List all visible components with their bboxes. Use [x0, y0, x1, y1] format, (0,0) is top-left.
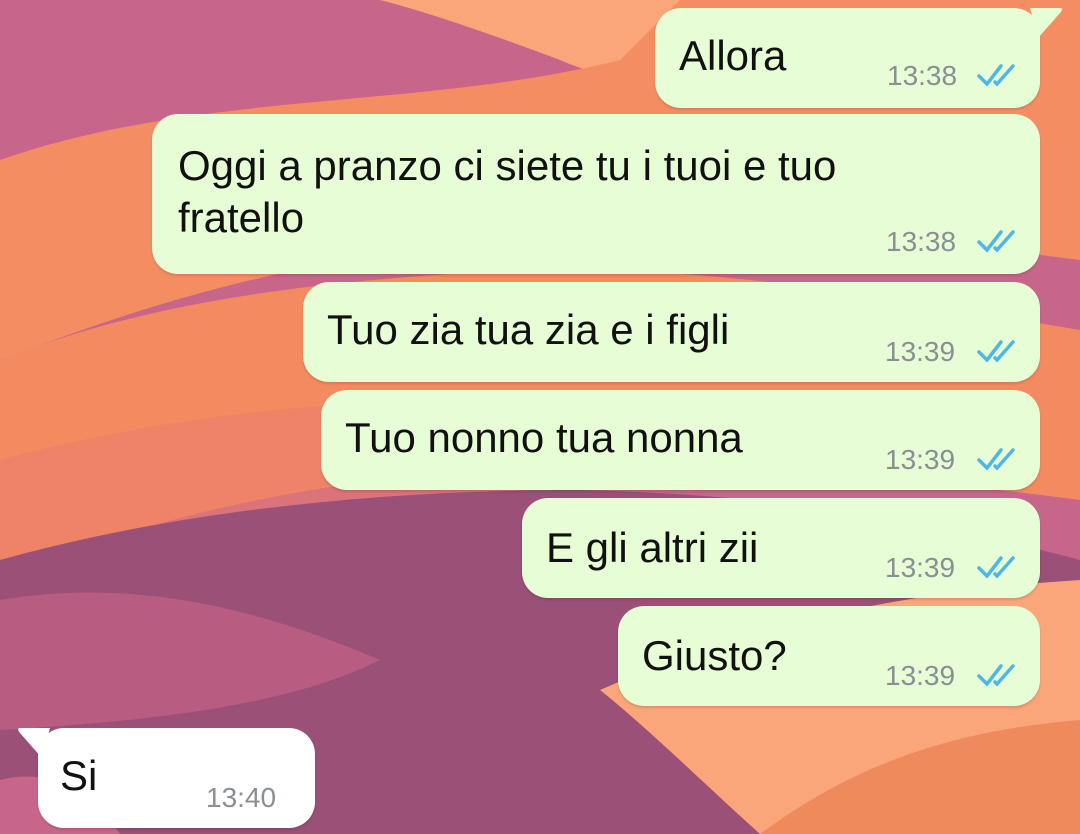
message-bubble-4[interactable]: Tuo nonno tua nonna 13:39	[321, 390, 1040, 490]
message-time: 13:39	[885, 336, 956, 367]
message-bubble-7[interactable]: Si 13:40	[38, 728, 315, 828]
message-bubble-5[interactable]: E gli altri zii 13:39	[522, 498, 1040, 598]
message-text: Giusto?	[642, 632, 787, 679]
message-text-line-2: fratello	[178, 194, 305, 241]
message-bubble-6[interactable]: Giusto? 13:39	[618, 606, 1040, 706]
double-check-icon	[977, 556, 1015, 579]
double-check-icon	[977, 448, 1015, 471]
message-text: Tuo zia tua zia e i figli	[327, 306, 730, 353]
message-time: 13:39	[885, 444, 956, 475]
double-check-icon	[977, 340, 1015, 363]
bubble-tail	[1030, 8, 1062, 38]
message-time: 13:39	[885, 660, 956, 691]
message-text: Allora	[679, 32, 787, 79]
message-text: Si	[60, 752, 98, 799]
message-time: 13:39	[885, 552, 956, 583]
message-text: E gli altri zii	[546, 524, 759, 571]
message-time: 13:40	[206, 782, 277, 813]
message-text: Tuo nonno tua nonna	[345, 414, 743, 461]
double-check-icon	[977, 230, 1015, 253]
message-bubble-3[interactable]: Tuo zia tua zia e i figli 13:39	[303, 282, 1040, 382]
message-time: 13:38	[887, 60, 958, 91]
double-check-icon	[977, 64, 1015, 87]
message-text-line-1: Oggi a pranzo ci siete tu i tuoi e tuo	[178, 142, 837, 189]
message-bubble-1[interactable]: Allora 13:38	[655, 8, 1040, 108]
double-check-icon	[977, 664, 1015, 687]
message-bubble-2[interactable]: Oggi a pranzo ci siete tu i tuoi e tuo f…	[152, 114, 1040, 274]
message-time: 13:38	[886, 226, 957, 257]
